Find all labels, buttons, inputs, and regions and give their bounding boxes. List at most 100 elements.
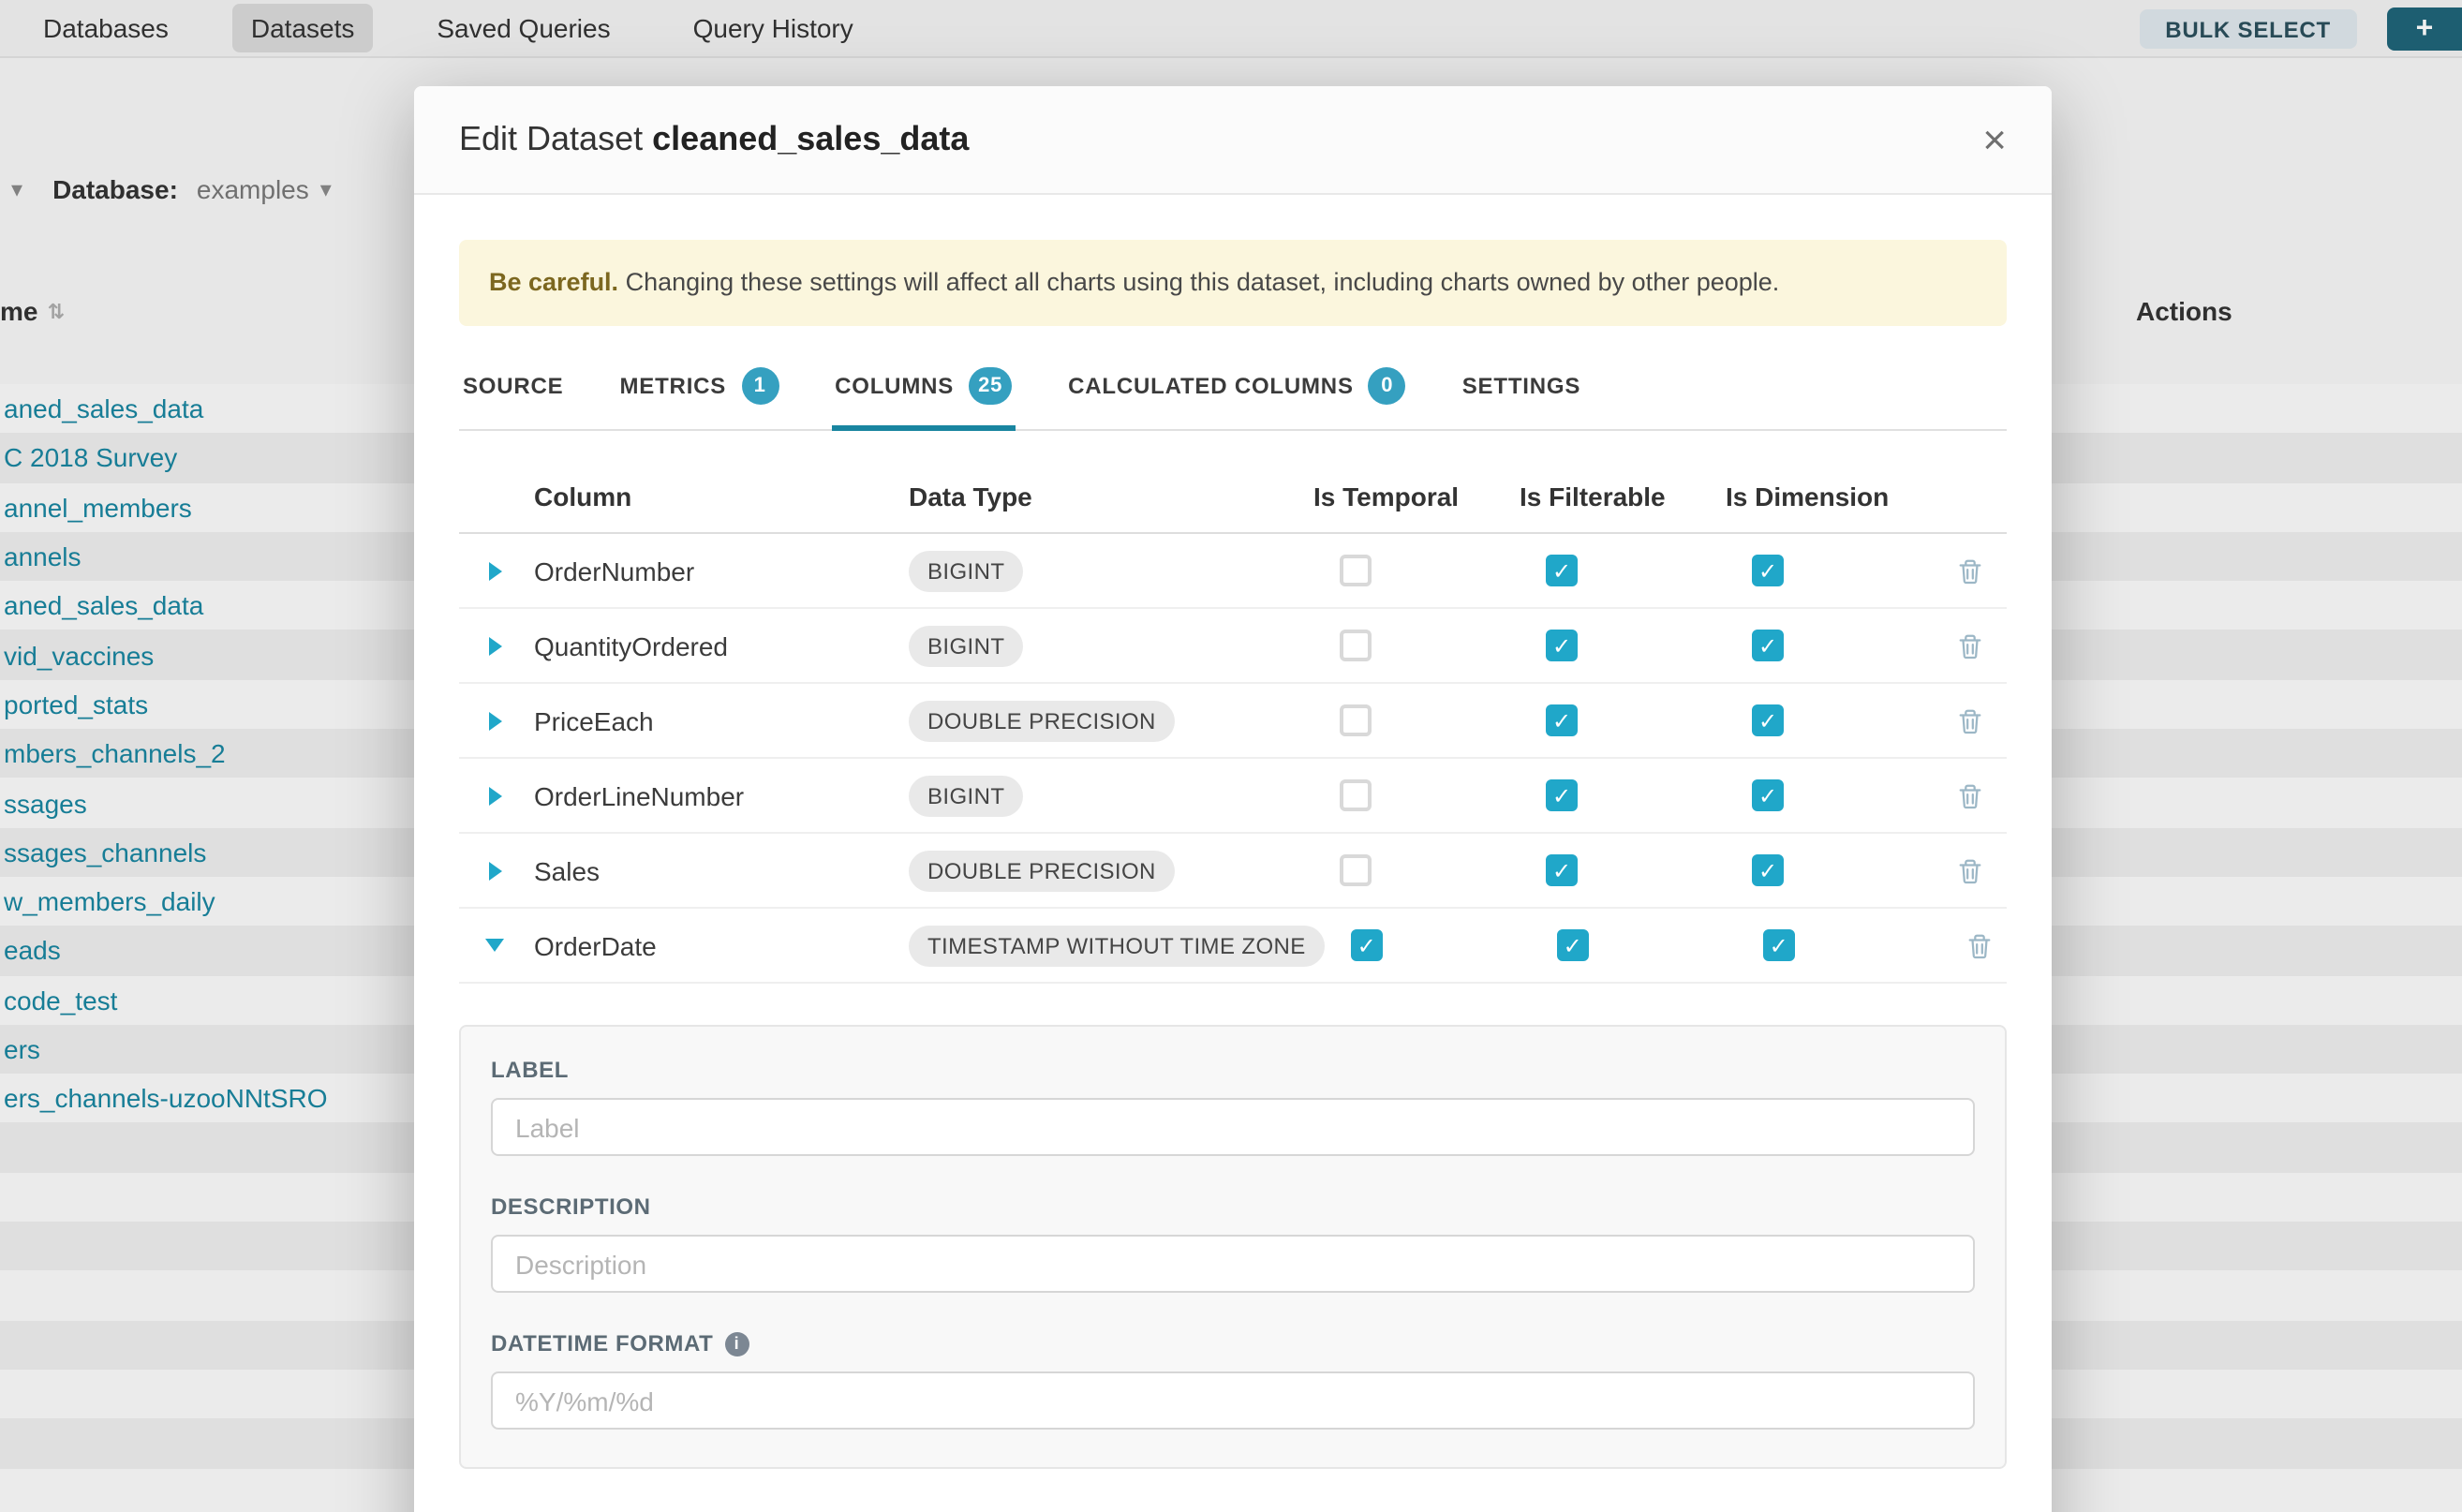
info-icon[interactable] [724,1331,749,1356]
calculated-columns-count-badge: 0 [1369,367,1406,405]
column-name: OrderNumber [534,556,909,586]
is-temporal-checkbox[interactable] [1340,779,1372,811]
column-name: OrderLineNumber [534,780,909,810]
delete-column-button[interactable] [1955,855,1983,885]
column-row: OrderNumber BIGINT [459,534,2007,609]
warning-text: Changing these settings will affect all … [618,268,1779,296]
column-row: PriceEach DOUBLE PRECISION [459,684,2007,759]
is-filterable-checkbox[interactable] [1546,779,1578,811]
warning-banner: Be careful. Changing these settings will… [459,240,2007,326]
tab-label: CALCULATED COLUMNS [1068,373,1354,399]
tab-label: SOURCE [463,373,564,399]
is-dimension-header: Is Dimension [1726,482,1932,511]
data-type-pill: BIGINT [909,775,1023,816]
expand-caret-icon[interactable] [489,636,502,655]
is-dimension-checkbox[interactable] [1752,854,1784,886]
expand-caret-icon[interactable] [489,561,502,580]
delete-column-button[interactable] [1955,556,1983,586]
datetime-format-field-label: DATETIME FORMAT [491,1330,1975,1356]
column-header: Column [534,482,909,511]
is-filterable-checkbox[interactable] [1546,704,1578,736]
tab-settings[interactable]: SETTINGS [1459,367,1584,429]
modal-body: Be careful. Changing these settings will… [414,240,2052,1469]
trash-icon [1955,780,1983,810]
column-row: OrderLineNumber BIGINT [459,759,2007,834]
delete-column-button[interactable] [1955,630,1983,660]
delete-column-button[interactable] [1966,930,1995,960]
delete-column-button[interactable] [1955,780,1983,810]
modal-header: Edit Dataset cleaned_sales_data × [414,86,2052,195]
is-dimension-checkbox[interactable] [1752,704,1784,736]
expand-caret-icon[interactable] [489,786,502,805]
column-row: QuantityOrdered BIGINT [459,609,2007,684]
is-filterable-checkbox[interactable] [1546,630,1578,661]
is-dimension-checkbox[interactable] [1763,929,1795,961]
app-root: Databases Datasets Saved Queries Query H… [0,0,2462,1512]
column-name: PriceEach [534,705,909,735]
columns-count-badge: 25 [969,367,1012,405]
is-filterable-checkbox[interactable] [1557,929,1589,961]
label-input[interactable] [491,1098,1975,1156]
datetime-format-input[interactable] [491,1371,1975,1430]
label-field-label: LABEL [491,1057,1975,1083]
modal-tabs: SOURCE METRICS 1 COLUMNS 25 CALCULATED C… [459,367,2007,431]
tab-columns[interactable]: COLUMNS 25 [831,367,1016,429]
expand-caret-icon[interactable] [485,939,504,952]
expand-caret-icon[interactable] [489,861,502,880]
columns-table-header: Column Data Type Is Temporal Is Filterab… [459,461,2007,534]
is-temporal-checkbox[interactable] [1340,555,1372,586]
trash-icon [1966,930,1995,960]
trash-icon [1955,630,1983,660]
is-temporal-checkbox[interactable] [1340,630,1372,661]
tab-source[interactable]: SOURCE [459,367,568,429]
edit-dataset-modal: Edit Dataset cleaned_sales_data × Be car… [414,86,2052,1512]
is-temporal-checkbox[interactable] [1351,929,1383,961]
label-field-label-text: LABEL [491,1057,569,1083]
description-field-group: DESCRIPTION [491,1193,1975,1293]
is-filterable-header: Is Filterable [1520,482,1726,511]
tab-label: SETTINGS [1462,373,1580,399]
trash-icon [1955,556,1983,586]
description-field-label: DESCRIPTION [491,1193,1975,1220]
column-name: Sales [534,855,909,885]
column-name: OrderDate [534,930,909,960]
trash-icon [1955,855,1983,885]
is-dimension-checkbox[interactable] [1752,779,1784,811]
is-filterable-checkbox[interactable] [1546,854,1578,886]
column-editor-panel: LABEL DESCRIPTION DATETIME FORMAT [459,1025,2007,1469]
label-field-group: LABEL [491,1057,1975,1156]
metrics-count-badge: 1 [741,367,779,405]
is-temporal-checkbox[interactable] [1340,704,1372,736]
description-input[interactable] [491,1235,1975,1293]
tab-calculated-columns[interactable]: CALCULATED COLUMNS 0 [1064,367,1410,429]
is-dimension-checkbox[interactable] [1752,555,1784,586]
tab-label: METRICS [620,373,727,399]
is-temporal-checkbox[interactable] [1340,854,1372,886]
data-type-pill: TIMESTAMP WITHOUT TIME ZONE [909,925,1325,966]
data-type-pill: DOUBLE PRECISION [909,850,1175,891]
tab-label: COLUMNS [835,373,954,399]
is-dimension-checkbox[interactable] [1752,630,1784,661]
delete-column-button[interactable] [1955,705,1983,735]
data-type-pill: DOUBLE PRECISION [909,700,1175,741]
data-type-pill: BIGINT [909,550,1023,591]
modal-title-dataset-name: cleaned_sales_data [652,120,969,157]
warning-lead: Be careful. [489,268,618,296]
tab-metrics[interactable]: METRICS 1 [616,367,783,429]
column-row: OrderDate TIMESTAMP WITHOUT TIME ZONE [459,909,2007,984]
datetime-format-label-text: DATETIME FORMAT [491,1330,713,1356]
data-type-pill: BIGINT [909,625,1023,666]
is-filterable-checkbox[interactable] [1546,555,1578,586]
trash-icon [1955,705,1983,735]
expand-caret-icon[interactable] [489,711,502,730]
is-temporal-header: Is Temporal [1313,482,1520,511]
column-name: QuantityOrdered [534,630,909,660]
column-row: Sales DOUBLE PRECISION [459,834,2007,909]
description-field-label-text: DESCRIPTION [491,1193,651,1220]
modal-title: Edit Dataset cleaned_sales_data [459,120,969,159]
datetime-format-field-group: DATETIME FORMAT [491,1330,1975,1430]
modal-title-prefix: Edit Dataset [459,120,643,157]
columns-table: Column Data Type Is Temporal Is Filterab… [459,461,2007,984]
close-icon[interactable]: × [1982,119,2007,160]
data-type-header: Data Type [909,482,1313,511]
